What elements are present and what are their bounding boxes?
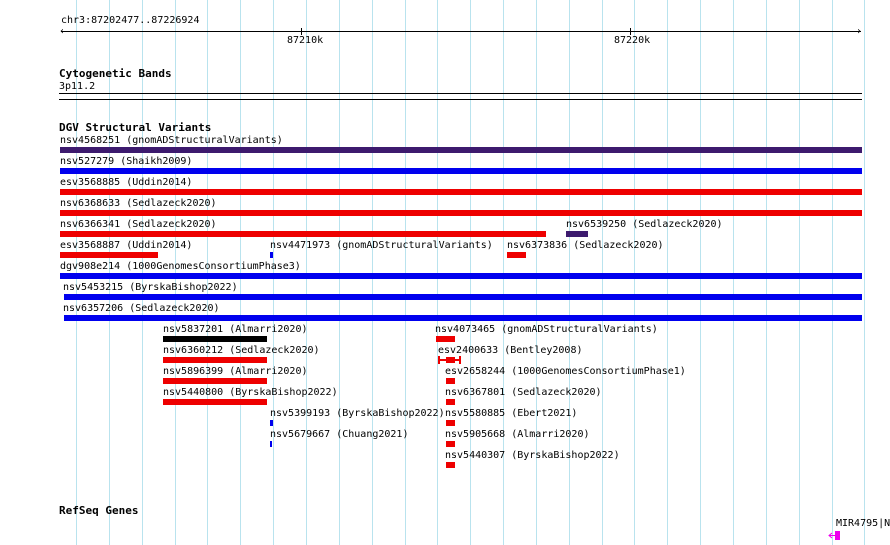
variant-bar[interactable]	[270, 420, 273, 426]
variant-bar[interactable]	[446, 399, 455, 405]
variant-label[interactable]: nsv5440307 (ByrskaBishop2022)	[445, 450, 620, 461]
genome-browser-view: chr3:87202477..87226924 ‹ › 87210k 87220…	[0, 0, 890, 545]
variant-label[interactable]: nsv5399193 (ByrskaBishop2022)	[270, 408, 445, 419]
gene-label[interactable]: MIR4795|N	[836, 518, 890, 529]
variant-bar[interactable]	[163, 378, 267, 384]
ruler-major-tick	[630, 28, 631, 35]
variant-label[interactable]: nsv6357206 (Sedlazeck2020)	[63, 303, 220, 314]
variant-bar[interactable]	[163, 399, 267, 405]
variant-bar[interactable]	[60, 189, 862, 195]
variant-bar[interactable]	[64, 294, 862, 300]
variant-bar[interactable]	[507, 252, 526, 258]
grid-line	[864, 0, 865, 545]
ruler-label-87210k: 87210k	[287, 35, 324, 46]
variant-bar[interactable]	[446, 420, 455, 426]
variant-label[interactable]: esv2658244 (1000GenomesConsortiumPhase1)	[445, 366, 686, 377]
variant-bar[interactable]	[60, 273, 862, 279]
variant-label[interactable]: nsv5453215 (ByrskaBishop2022)	[63, 282, 238, 293]
variant-bar[interactable]	[270, 441, 272, 447]
ruler-line	[61, 31, 861, 32]
ruler-left-arrow-icon[interactable]: ‹	[59, 27, 65, 37]
variant-label[interactable]: nsv5440800 (ByrskaBishop2022)	[163, 387, 338, 398]
variant-label[interactable]: nsv5679667 (Chuang2021)	[270, 429, 408, 440]
variant-bar[interactable]	[270, 252, 273, 258]
cytoband-label[interactable]: 3p11.2	[59, 81, 95, 92]
variant-bar[interactable]	[446, 378, 455, 384]
variant-label[interactable]: nsv5580885 (Ebert2021)	[445, 408, 577, 419]
variant-label[interactable]: nsv4471973 (gnomADStructuralVariants)	[270, 240, 493, 251]
variant-label[interactable]: dgv908e214 (1000GenomesConsortiumPhase3)	[60, 261, 301, 272]
ruler-right-arrow-icon[interactable]: ›	[856, 27, 862, 37]
cytoband-top-line	[59, 93, 862, 94]
refseq-genes-title: RefSeq Genes	[59, 504, 139, 517]
variant-bar[interactable]	[60, 231, 546, 237]
variant-bar[interactable]	[566, 231, 588, 237]
ruler-label-87220k: 87220k	[614, 35, 651, 46]
variant-bar[interactable]	[163, 336, 267, 342]
variant-label[interactable]: nsv6368633 (Sedlazeck2020)	[60, 198, 217, 209]
variant-bar-end	[459, 356, 461, 364]
variant-label[interactable]: nsv5837201 (Almarri2020)	[163, 324, 308, 335]
variant-bar[interactable]	[436, 336, 455, 342]
cytoband-bottom-line	[59, 99, 862, 100]
variant-bar[interactable]	[60, 147, 862, 153]
ruler-major-tick	[301, 28, 302, 35]
variant-label[interactable]: nsv6360212 (Sedlazeck2020)	[163, 345, 320, 356]
variant-bar[interactable]	[64, 315, 862, 321]
variant-label[interactable]: esv3568887 (Uddin2014)	[60, 240, 192, 251]
variant-bar[interactable]	[446, 441, 455, 447]
variant-bar[interactable]	[60, 210, 862, 216]
variant-bar-end	[438, 356, 440, 364]
variant-label[interactable]: nsv4073465 (gnomADStructuralVariants)	[435, 324, 658, 335]
variant-label[interactable]: nsv6367801 (Sedlazeck2020)	[445, 387, 602, 398]
variant-label[interactable]: nsv5905668 (Almarri2020)	[445, 429, 590, 440]
ruler-position: chr3:87202477..87226924	[61, 15, 200, 26]
variant-label[interactable]: nsv6539250 (Sedlazeck2020)	[566, 219, 723, 230]
variant-label[interactable]: esv3568885 (Uddin2014)	[60, 177, 192, 188]
variant-label[interactable]: nsv4568251 (gnomADStructuralVariants)	[60, 135, 283, 146]
variant-label[interactable]: nsv6373836 (Sedlazeck2020)	[507, 240, 664, 251]
variant-label[interactable]: nsv6366341 (Sedlazeck2020)	[60, 219, 217, 230]
variant-label[interactable]: nsv527279 (Shaikh2009)	[60, 156, 192, 167]
variant-bar[interactable]	[60, 168, 862, 174]
variant-bar[interactable]	[446, 462, 455, 468]
cytogenetic-bands-title: Cytogenetic Bands	[59, 67, 172, 80]
dgv-track-title: DGV Structural Variants	[59, 121, 212, 134]
variant-bar[interactable]	[446, 357, 455, 363]
variant-bar[interactable]	[60, 252, 158, 258]
variant-label[interactable]: esv2400633 (Bentley2008)	[438, 345, 583, 356]
variant-label[interactable]: nsv5896399 (Almarri2020)	[163, 366, 308, 377]
gene-strand-arrow-icon[interactable]	[828, 531, 840, 540]
variant-bar[interactable]	[163, 357, 267, 363]
